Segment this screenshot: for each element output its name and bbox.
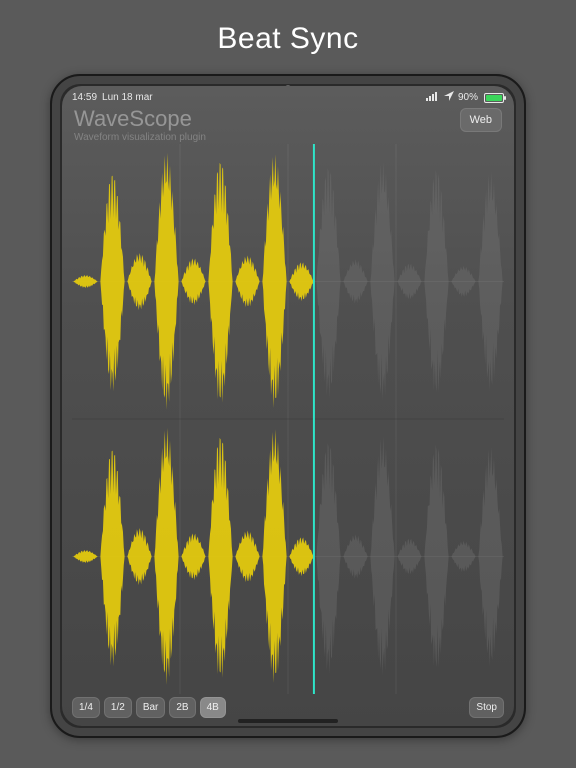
- web-button[interactable]: Web: [460, 108, 502, 132]
- location-icon: [444, 91, 454, 104]
- status-bar: 14:59 Lun 18 mar 90%: [62, 86, 514, 104]
- tablet-frame: 14:59 Lun 18 mar 90%: [50, 74, 526, 738]
- page-heading: Beat Sync: [0, 0, 576, 74]
- home-indicator: [238, 719, 338, 723]
- beat-button-4b[interactable]: 4B: [200, 697, 226, 718]
- waveform-display[interactable]: [72, 144, 504, 694]
- battery-pct: 90%: [458, 92, 478, 103]
- battery-icon: [484, 93, 504, 103]
- app-branding: WaveScope Waveform visualization plugin: [74, 108, 206, 143]
- status-time: 14:59: [72, 92, 97, 103]
- status-date: Lun 18 mar: [102, 92, 153, 103]
- stop-button[interactable]: Stop: [469, 697, 504, 718]
- beat-button-bar[interactable]: Bar: [136, 697, 166, 718]
- signal-icon: [426, 91, 440, 104]
- beat-button-2b[interactable]: 2B: [169, 697, 195, 718]
- bottom-toolbar: 1/41/2Bar2B4B Stop: [72, 697, 504, 718]
- device-screen: 14:59 Lun 18 mar 90%: [62, 86, 514, 726]
- app-subtitle: Waveform visualization plugin: [74, 132, 206, 143]
- beat-button-half[interactable]: 1/2: [104, 697, 132, 718]
- beat-button-quarter[interactable]: 1/4: [72, 697, 100, 718]
- app-title: WaveScope: [74, 108, 206, 130]
